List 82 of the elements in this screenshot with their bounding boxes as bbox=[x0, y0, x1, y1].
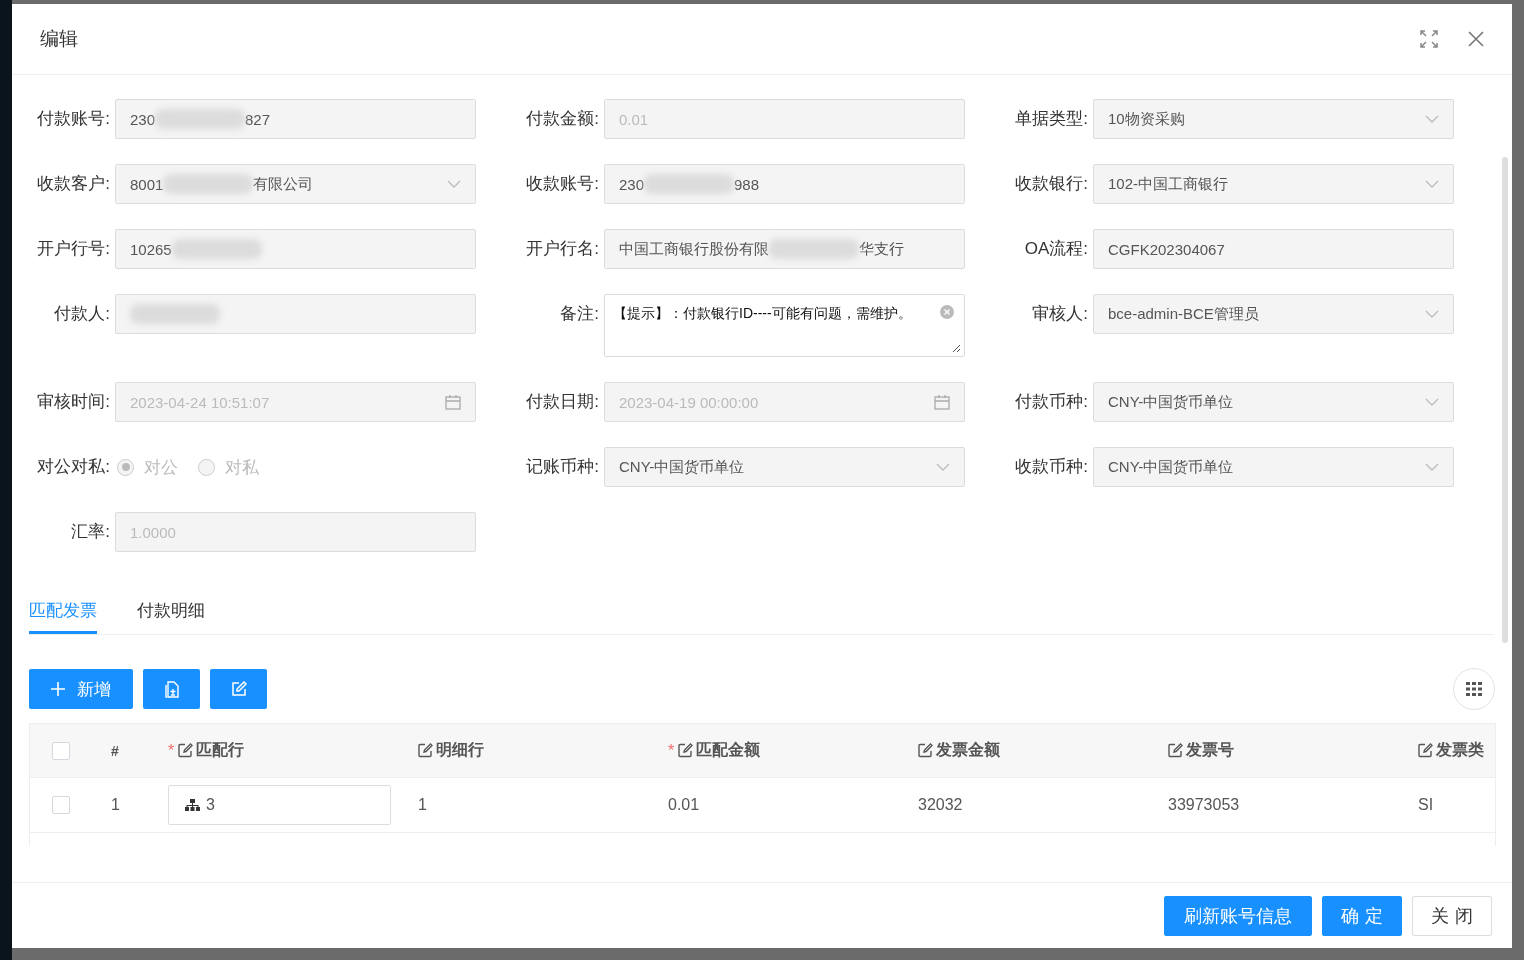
field-label: 付款金额: bbox=[525, 108, 600, 130]
table-cell: 32032 bbox=[918, 796, 963, 814]
column-header: 发票金额 bbox=[936, 740, 1000, 760]
column-header: # bbox=[111, 742, 119, 759]
field-label: 收款币种: bbox=[1014, 456, 1089, 478]
select-field[interactable]: 102-中国工商银行 bbox=[1093, 164, 1454, 204]
column-header: 发票号 bbox=[1186, 740, 1234, 760]
field-label: 汇率: bbox=[70, 521, 111, 543]
input-field[interactable]: 230 988 bbox=[604, 164, 965, 204]
table-cell: 0.01 bbox=[668, 796, 700, 814]
column-header: 匹配行 bbox=[196, 740, 245, 760]
required-asterisk: * bbox=[168, 741, 175, 760]
tab[interactable]: 付款明细 bbox=[137, 590, 205, 634]
table-cell: 33973053 bbox=[1168, 796, 1240, 814]
field-label: 记账币种: bbox=[525, 456, 600, 478]
fullscreen-icon[interactable] bbox=[1420, 30, 1438, 48]
edit-icon bbox=[918, 743, 933, 758]
chevron-down-icon bbox=[1425, 310, 1439, 318]
column-header: 匹配金额 bbox=[696, 740, 761, 760]
calendar-icon bbox=[445, 394, 461, 410]
field-label: 审核人: bbox=[1031, 303, 1089, 325]
field-label: 审核时间: bbox=[36, 391, 111, 413]
edit-icon bbox=[230, 681, 247, 697]
clear-icon[interactable] bbox=[940, 305, 954, 319]
field-label: 付款币种: bbox=[1014, 391, 1089, 413]
field-label: 付款人: bbox=[53, 303, 111, 325]
resize-handle-icon[interactable] bbox=[952, 344, 961, 353]
file-button[interactable] bbox=[143, 669, 200, 709]
field-label: 开户行号: bbox=[36, 238, 111, 260]
textarea-field[interactable]: 【提示】：付款银行ID----可能有问题，需维护。 bbox=[604, 294, 965, 357]
chevron-down-icon bbox=[1425, 398, 1439, 406]
field-label: 收款账号: bbox=[525, 173, 600, 195]
select-field[interactable]: bce-admin-BCE管理员 bbox=[1093, 294, 1454, 334]
dialog-title: 编辑 bbox=[40, 27, 79, 51]
chevron-down-icon bbox=[1425, 115, 1439, 123]
edit-icon bbox=[678, 743, 694, 758]
document-icon bbox=[164, 680, 179, 698]
select-field[interactable]: 8001 有限公司 bbox=[115, 164, 476, 204]
input-field[interactable]: CGFK202304067 bbox=[1093, 229, 1454, 269]
row-picker-field[interactable]: 3 bbox=[168, 785, 391, 825]
edit-icon bbox=[1168, 743, 1183, 758]
edit-button[interactable] bbox=[210, 669, 267, 709]
hierarchy-icon bbox=[185, 798, 200, 812]
select-field[interactable]: CNY-中国货币单位 bbox=[604, 447, 965, 487]
field-label: OA流程: bbox=[1023, 238, 1089, 260]
field-label: 对公对私: bbox=[36, 456, 111, 478]
scrollbar[interactable] bbox=[1502, 157, 1508, 643]
calendar-icon bbox=[934, 394, 950, 410]
field-label: 付款账号: bbox=[36, 108, 111, 130]
field-label: 付款日期: bbox=[525, 391, 600, 413]
chevron-down-icon bbox=[936, 463, 950, 471]
chevron-down-icon bbox=[447, 180, 461, 188]
field-label: 开户行名: bbox=[525, 238, 600, 260]
edit-icon bbox=[418, 743, 433, 758]
select-field[interactable]: CNY-中国货币单位 bbox=[1093, 382, 1454, 422]
column-settings-button[interactable] bbox=[1453, 668, 1495, 710]
input-field[interactable]: 230 827 bbox=[115, 99, 476, 139]
table-cell: SI bbox=[1418, 796, 1434, 814]
edit-icon bbox=[178, 743, 194, 758]
table-cell: 1 bbox=[418, 796, 427, 814]
chevron-down-icon bbox=[1425, 463, 1439, 471]
input-field[interactable]: 中国工商银行股份有限 华支行 bbox=[604, 229, 965, 269]
field-label: 收款客户: bbox=[36, 173, 111, 195]
checkbox[interactable] bbox=[51, 796, 70, 814]
field-label: 单据类型: bbox=[1014, 108, 1089, 130]
dialog-button[interactable]: 关闭 bbox=[1412, 895, 1492, 936]
input-field[interactable] bbox=[115, 294, 476, 334]
field-label: 备注: bbox=[559, 303, 600, 325]
column-header: 发票类 bbox=[1436, 740, 1484, 760]
required-asterisk: * bbox=[668, 741, 675, 760]
grid-icon bbox=[1466, 682, 1482, 696]
checkbox[interactable] bbox=[51, 741, 70, 760]
plus-icon bbox=[51, 682, 65, 696]
input-field[interactable]: 10265 bbox=[115, 229, 476, 269]
close-icon[interactable] bbox=[1468, 31, 1484, 47]
column-header: 明细行 bbox=[436, 740, 484, 760]
chevron-down-icon bbox=[1425, 180, 1439, 188]
edit-icon bbox=[1418, 743, 1433, 758]
select-field[interactable]: 10物资采购 bbox=[1093, 99, 1454, 139]
select-field[interactable]: CNY-中国货币单位 bbox=[1093, 447, 1454, 487]
table-cell: 1 bbox=[111, 796, 120, 814]
field-label: 收款银行: bbox=[1014, 173, 1089, 195]
